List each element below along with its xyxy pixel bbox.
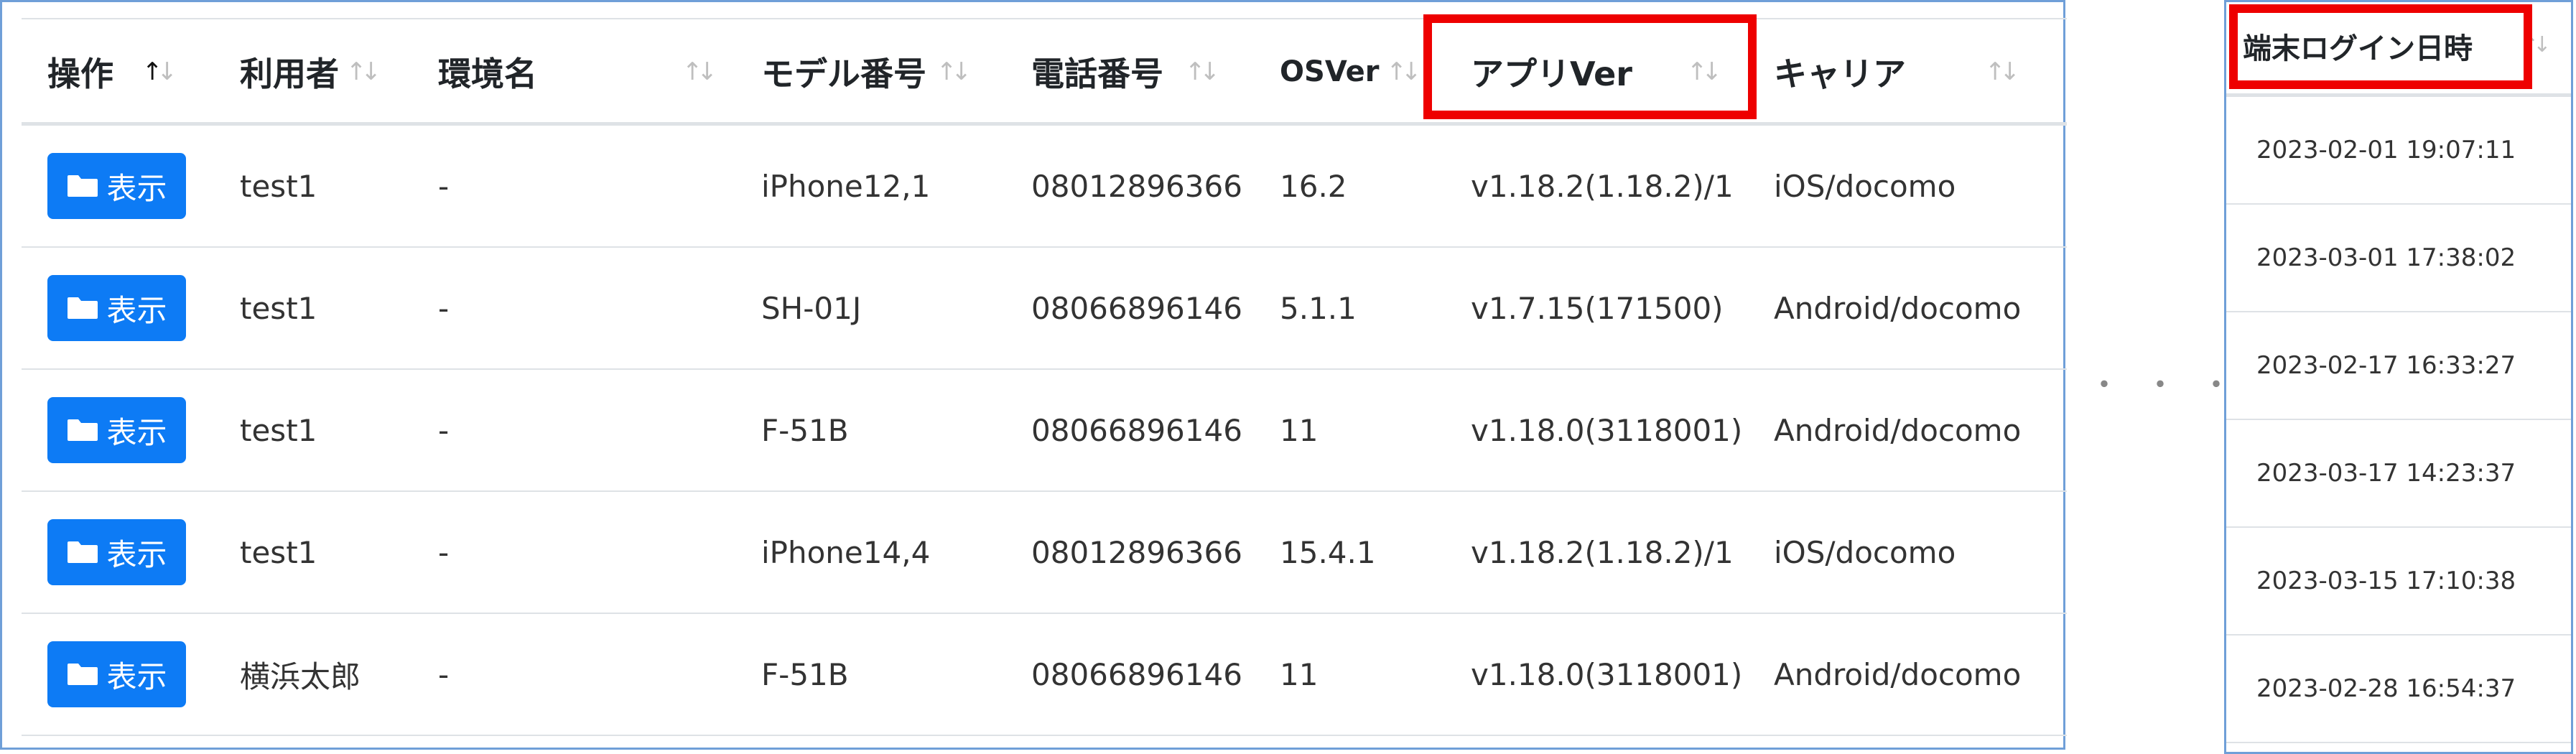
cell-user: test1 [240, 534, 317, 570]
sort-both-icon[interactable]: ↑↓ [1687, 57, 1722, 86]
cell-phone: 08066896146 [1031, 412, 1242, 448]
login-datetime-cell: 2023-02-17 16:33:27 [2226, 312, 2571, 420]
cell-phone: 08012896366 [1031, 534, 1242, 570]
cell-model: iPhone12,1 [761, 168, 931, 204]
cell-model: SH-01J [761, 290, 862, 326]
cell-action: 表示 [47, 492, 186, 613]
cell-os: 11 [1280, 412, 1319, 448]
folder-icon [66, 418, 99, 442]
cell-action: 表示 [47, 614, 186, 735]
header-carrier[interactable]: キャリア ↑↓ [1774, 19, 2020, 124]
table-header: 操作 ↑↓ 利用者 ↑↓ 環境名 ↑↓ モデル番号 ↑↓ 電話番号 ↑↓ OSV… [22, 18, 2067, 126]
cell-app: v1.18.2(1.18.2)/1 [1471, 168, 1734, 204]
header-label: 利用者 [240, 54, 339, 93]
header-model[interactable]: モデル番号 ↑↓ [761, 19, 972, 124]
header-label: 電話番号 [1031, 54, 1163, 93]
sort-both-icon[interactable]: ↑↓ [2521, 32, 2551, 57]
table-row: 表示 test1 - SH-01J 08066896146 5.1.1 v1.7.15(17… [22, 248, 2067, 370]
cell-carrier: Android/docomo [1774, 290, 2022, 326]
cell-action: 表示 [47, 248, 186, 368]
view-button-label: 表示 [106, 414, 167, 450]
cell-env: - [438, 290, 450, 326]
cell-user: test1 [240, 412, 317, 448]
view-button[interactable]: 表示 [47, 153, 186, 219]
cell-carrier: iOS/docomo [1774, 168, 1956, 204]
sort-asc-icon[interactable]: ↑↓ [142, 57, 177, 86]
table-row: 表示 test1 - F-51B 08066896146 11 v1.18.0(311800… [22, 370, 2067, 492]
table-body: 表示 test1 - iPhone12,1 08012896366 16.2 v1.18.2… [22, 126, 2067, 736]
header-label: キャリア [1774, 54, 1906, 93]
header-label: アプリVer [1471, 54, 1632, 93]
view-button-label: 表示 [106, 170, 167, 206]
cell-env: - [438, 168, 450, 204]
table-row: 表示 横浜太郎 - F-51B 08066896146 11 v1.18.0(3118001… [22, 614, 2067, 736]
folder-icon [66, 174, 99, 198]
device-table-panel: 操作 ↑↓ 利用者 ↑↓ 環境名 ↑↓ モデル番号 ↑↓ 電話番号 ↑↓ OSV… [0, 0, 2067, 750]
cell-os: 15.4.1 [1280, 534, 1376, 570]
header-app-version[interactable]: アプリVer ↑↓ [1471, 19, 1722, 124]
cell-os: 5.1.1 [1280, 290, 1357, 326]
cell-carrier: Android/docomo [1774, 656, 2022, 692]
cell-app: v1.7.15(171500) [1471, 290, 1724, 326]
cell-os: 11 [1280, 656, 1319, 692]
sort-both-icon[interactable]: ↑↓ [1185, 57, 1220, 86]
sort-both-icon[interactable]: ↑↓ [1985, 57, 2020, 86]
device-table: 操作 ↑↓ 利用者 ↑↓ 環境名 ↑↓ モデル番号 ↑↓ 電話番号 ↑↓ OSV… [22, 18, 2067, 736]
cell-app: v1.18.0(3118001) [1471, 656, 1743, 692]
cell-action: 表示 [47, 370, 186, 490]
header-label: モデル番号 [761, 54, 926, 93]
cell-os: 16.2 [1280, 168, 1347, 204]
header-login-datetime[interactable]: 端末ログイン日時 ↑↓ [2226, 2, 2571, 97]
view-button-label: 表示 [106, 536, 167, 572]
cell-app: v1.18.2(1.18.2)/1 [1471, 534, 1734, 570]
cell-phone: 08066896146 [1031, 656, 1242, 692]
cell-user: test1 [240, 168, 317, 204]
cell-app: v1.18.0(3118001) [1471, 412, 1743, 448]
login-datetime-cell: 2023-03-01 17:38:02 [2226, 205, 2571, 312]
header-label: 環境名 [438, 54, 537, 93]
view-button[interactable]: 表示 [47, 641, 186, 707]
view-button[interactable]: 表示 [47, 275, 186, 341]
cell-carrier: iOS/docomo [1774, 534, 1956, 570]
header-label: OSVer [1280, 55, 1380, 88]
cell-user: 横浜太郎 [240, 658, 361, 694]
cell-env: - [438, 656, 450, 692]
folder-icon [66, 296, 99, 320]
header-phone[interactable]: 電話番号 ↑↓ [1031, 19, 1220, 124]
view-button[interactable]: 表示 [47, 397, 186, 463]
cell-env: - [438, 534, 450, 570]
cell-action: 表示 [47, 126, 186, 246]
header-label: 端末ログイン日時 [2243, 32, 2473, 65]
table-row: 表示 test1 - iPhone14,4 08012896366 15.4.1 v1.18… [22, 492, 2067, 614]
view-button-label: 表示 [106, 292, 167, 328]
sort-both-icon[interactable]: ↑↓ [936, 57, 972, 86]
table-row: 表示 test1 - iPhone12,1 08012896366 16.2 v1.18.2… [22, 126, 2067, 248]
login-datetime-cell: 2023-02-28 16:54:37 [2226, 636, 2571, 743]
cell-model: iPhone14,4 [761, 534, 931, 570]
sort-both-icon[interactable]: ↑↓ [1386, 57, 1421, 86]
cell-model: F-51B [761, 656, 849, 692]
cell-user: test1 [240, 290, 317, 326]
sort-both-icon[interactable]: ↑↓ [346, 57, 381, 86]
view-button-label: 表示 [106, 658, 167, 694]
sort-both-icon[interactable]: ↑↓ [682, 57, 717, 86]
cell-env: - [438, 412, 450, 448]
header-label: 操作 [47, 54, 113, 93]
login-datetime-panel: 端末ログイン日時 ↑↓ 2023-02-01 19:07:11 2023-03-0… [2224, 0, 2573, 754]
header-env[interactable]: 環境名 ↑↓ [438, 19, 717, 124]
cell-carrier: Android/docomo [1774, 412, 2022, 448]
login-datetime-cell: 2023-03-17 14:23:37 [2226, 420, 2571, 528]
cell-model: F-51B [761, 412, 849, 448]
header-action[interactable]: 操作 ↑↓ [47, 19, 177, 124]
header-os[interactable]: OSVer ↑↓ [1280, 19, 1421, 124]
login-datetime-cell: 2023-03-15 17:10:38 [2226, 528, 2571, 636]
folder-icon [66, 540, 99, 564]
folder-icon [66, 662, 99, 686]
cell-phone: 08012896366 [1031, 168, 1242, 204]
view-button[interactable]: 表示 [47, 519, 186, 585]
login-datetime-cell: 2023-02-01 19:07:11 [2226, 97, 2571, 205]
header-user[interactable]: 利用者 ↑↓ [240, 19, 381, 124]
cell-phone: 08066896146 [1031, 290, 1242, 326]
